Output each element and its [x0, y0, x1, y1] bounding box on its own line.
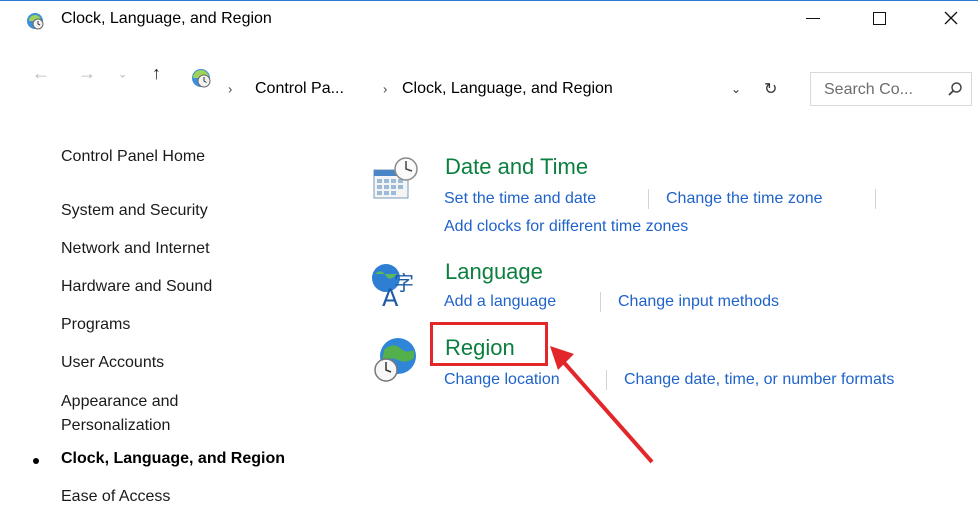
breadcrumb-separator-icon: ›	[228, 81, 233, 97]
sidebar-item-programs[interactable]: Programs	[61, 314, 130, 336]
category-date-and-time-title[interactable]: Date and Time	[445, 154, 588, 180]
close-icon	[944, 11, 958, 25]
breadcrumb-clock-language-region[interactable]: Clock, Language, and Region	[402, 80, 613, 98]
search-icon	[948, 82, 962, 96]
sidebar-item-clock-language-region[interactable]: Clock, Language, and Region	[61, 448, 285, 470]
close-button[interactable]	[928, 2, 974, 34]
control-panel-icon	[27, 13, 44, 30]
search-box[interactable]: Search Co...	[810, 72, 972, 106]
highlight-box	[430, 322, 548, 366]
back-arrow-icon[interactable]: ←	[32, 64, 50, 82]
breadcrumb-control-panel[interactable]: Control Pa...	[255, 80, 344, 98]
breadcrumb-separator-icon: ›	[383, 81, 388, 97]
recent-locations-chevron-icon[interactable]: ⌄	[118, 69, 127, 81]
minimize-button[interactable]	[790, 2, 836, 34]
globe-clock-icon	[374, 338, 416, 382]
link-change-location[interactable]: Change location	[444, 370, 560, 390]
link-divider	[648, 189, 649, 209]
sidebar-item-hardware-and-sound[interactable]: Hardware and Sound	[61, 276, 212, 298]
link-set-time-and-date[interactable]: Set the time and date	[444, 189, 596, 209]
calendar-clock-icon	[373, 157, 418, 199]
link-divider	[600, 292, 601, 312]
svg-text:字: 字	[394, 271, 414, 295]
sidebar-item-ease-of-access[interactable]: Ease of Access	[61, 486, 170, 508]
maximize-icon	[872, 11, 886, 25]
link-divider	[606, 370, 607, 390]
maximize-button[interactable]	[856, 2, 902, 34]
link-change-time-zone[interactable]: Change the time zone	[666, 189, 823, 209]
link-change-input-methods[interactable]: Change input methods	[618, 292, 779, 312]
title-bar: Clock, Language, and Region	[0, 1, 978, 35]
category-language-title[interactable]: Language	[445, 259, 543, 285]
window-title: Clock, Language, and Region	[61, 10, 272, 27]
sidebar-item-network-and-internet[interactable]: Network and Internet	[61, 238, 210, 260]
address-dropdown-icon[interactable]: ⌄	[731, 82, 741, 96]
sidebar-item-appearance-and-personalization[interactable]: Appearance and Personalization	[61, 390, 261, 438]
sidebar-item-user-accounts[interactable]: User Accounts	[61, 352, 164, 374]
minimize-icon	[806, 17, 820, 19]
link-change-formats[interactable]: Change date, time, or number formats	[624, 370, 894, 390]
language-icon: A 字	[372, 264, 414, 310]
sidebar-item-system-and-security[interactable]: System and Security	[61, 200, 208, 222]
active-item-bullet-icon	[33, 458, 39, 464]
refresh-icon[interactable]: ↻	[764, 79, 777, 99]
control-panel-address-icon	[192, 69, 211, 88]
link-add-a-language[interactable]: Add a language	[444, 292, 556, 312]
up-arrow-icon[interactable]: ↑	[152, 64, 161, 82]
link-add-clocks[interactable]: Add clocks for different time zones	[444, 217, 688, 237]
forward-arrow-icon[interactable]: →	[78, 64, 96, 82]
sidebar-item-control-panel-home[interactable]: Control Panel Home	[61, 146, 205, 168]
link-divider	[875, 189, 876, 209]
search-input[interactable]: Search Co...	[824, 81, 913, 99]
